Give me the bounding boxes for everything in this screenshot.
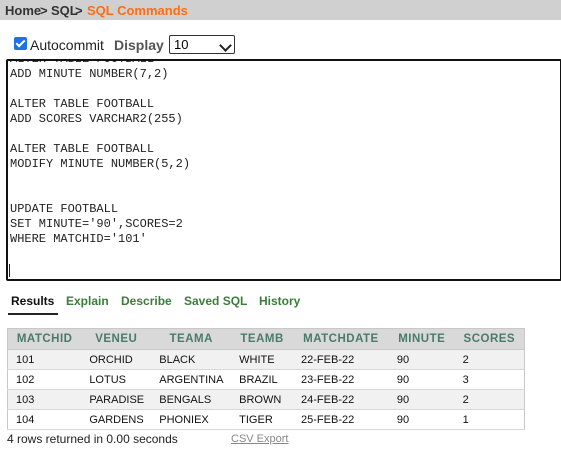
autocommit-checkbox[interactable]: [14, 37, 27, 50]
table-cell: 90: [388, 369, 455, 390]
display-label: Display: [114, 37, 164, 53]
tab-results[interactable]: Results: [11, 294, 54, 308]
table-cell: BRAZIL: [231, 369, 294, 390]
table-cell: PARADISE: [81, 389, 152, 410]
table-cell: 90: [388, 409, 455, 430]
table-header-row: MATCHID VENEU TEAMA TEAMB MATCHDATE MINU…: [7, 328, 525, 350]
table-cell: BENGALS: [151, 389, 232, 410]
tab-history[interactable]: History: [259, 294, 300, 308]
breadcrumb-sql-link[interactable]: SQL: [51, 3, 78, 18]
table-cell: BLACK: [151, 349, 232, 370]
table-cell: WHITE: [231, 349, 294, 370]
tab-explain[interactable]: Explain: [66, 294, 109, 308]
chevron-down-icon: [219, 39, 232, 52]
column-header[interactable]: MINUTE: [388, 328, 455, 350]
table-row: 103 PARADISE BENGALS BROWN 24-FEB-22 90 …: [7, 389, 525, 410]
autocommit-label[interactable]: Autocommit: [30, 37, 104, 53]
table-cell: TIGER: [231, 409, 294, 430]
breadcrumb-separator: >: [75, 3, 83, 18]
table-cell: 2: [454, 389, 525, 410]
text-caret: [9, 264, 10, 277]
table-cell: 25-FEB-22: [293, 409, 389, 430]
table-cell: 102: [7, 369, 82, 390]
breadcrumb-current: SQL Commands: [87, 3, 188, 18]
column-header[interactable]: SCORES: [454, 328, 525, 350]
column-header[interactable]: VENEU: [81, 328, 152, 350]
table-cell: GARDENS: [81, 409, 152, 430]
table-cell: 103: [7, 389, 82, 410]
table-row: 104 GARDENS PHONIEX TIGER 25-FEB-22 90 1: [7, 409, 525, 430]
table-cell: 24-FEB-22: [293, 389, 389, 410]
table-cell: 1: [454, 409, 525, 430]
results-table: MATCHID VENEU TEAMA TEAMB MATCHDATE MINU…: [7, 328, 525, 430]
table-cell: 2: [454, 349, 525, 370]
tab-describe[interactable]: Describe: [121, 294, 172, 308]
column-header[interactable]: MATCHID: [7, 328, 82, 350]
rows-returned-status: 4 rows returned in 0.00 seconds: [7, 432, 178, 446]
breadcrumb-separator: >: [40, 3, 48, 18]
column-header[interactable]: TEAMB: [231, 328, 294, 350]
column-header[interactable]: TEAMA: [151, 328, 232, 350]
table-row: 101 ORCHID BLACK WHITE 22-FEB-22 90 2: [7, 349, 525, 370]
active-tab-indicator: [8, 313, 58, 315]
table-cell: BROWN: [231, 389, 294, 410]
breadcrumb: Home > SQL > SQL Commands: [0, 0, 561, 20]
table-cell: ARGENTINA: [151, 369, 232, 390]
command-toolbar: Autocommit Display 10: [8, 34, 558, 56]
table-row: 102 LOTUS ARGENTINA BRAZIL 23-FEB-22 90 …: [7, 369, 525, 390]
table-cell: 104: [7, 409, 82, 430]
csv-export-link[interactable]: CSV Export: [231, 433, 288, 445]
display-rows-select[interactable]: 10: [169, 35, 235, 54]
column-header[interactable]: MATCHDATE: [293, 328, 389, 350]
table-cell: 90: [388, 389, 455, 410]
table-cell: 90: [388, 349, 455, 370]
tab-saved-sql[interactable]: Saved SQL: [184, 294, 247, 308]
display-rows-value: 10: [174, 37, 189, 52]
sql-editor-text: ALTER TABLE FOOTBALL ADD MINUTE NUMBER(7…: [10, 59, 191, 246]
table-cell: 3: [454, 369, 525, 390]
breadcrumb-home-link[interactable]: Home: [5, 3, 41, 18]
sql-editor[interactable]: ALTER TABLE FOOTBALL ADD MINUTE NUMBER(7…: [6, 59, 561, 281]
table-cell: 23-FEB-22: [293, 369, 389, 390]
table-cell: PHONIEX: [151, 409, 232, 430]
table-cell: 22-FEB-22: [293, 349, 389, 370]
table-cell: LOTUS: [81, 369, 152, 390]
table-cell: 101: [7, 349, 82, 370]
table-cell: ORCHID: [81, 349, 152, 370]
